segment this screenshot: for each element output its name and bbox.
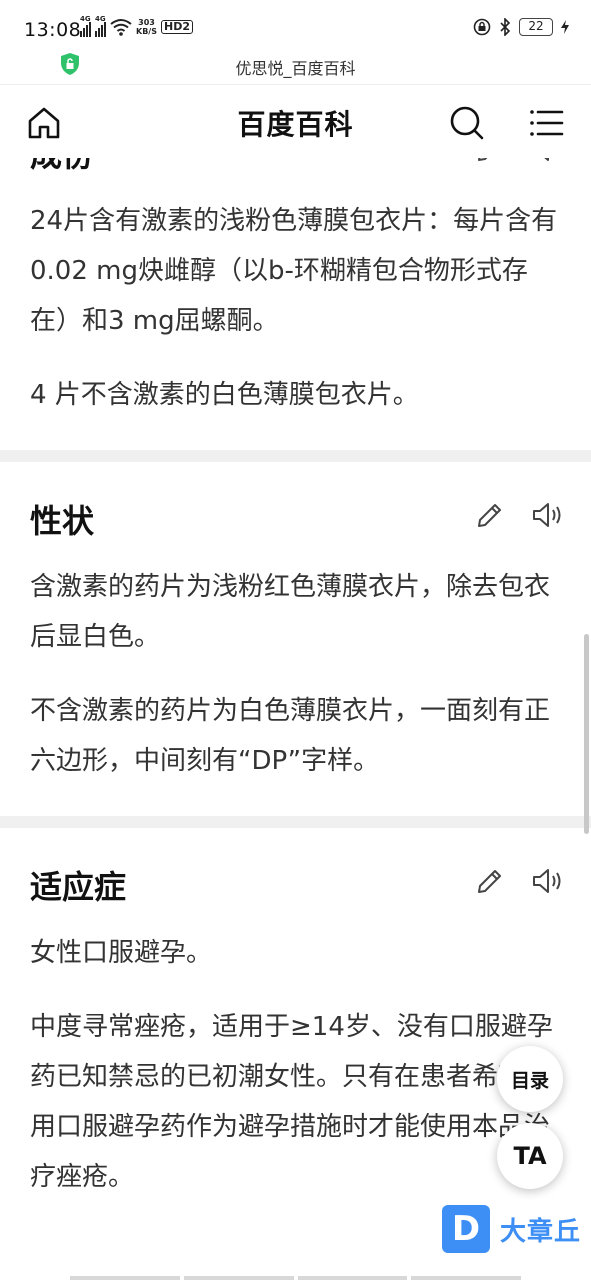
section-divider — [0, 816, 591, 828]
section-title: 成份 — [30, 158, 94, 176]
network-speed: 303 KB/S — [136, 18, 157, 36]
menu-list-icon — [530, 110, 564, 136]
paragraph: 中度寻常痤疮，适用于≥14岁、没有口服避孕药已知禁忌的已初潮女性。只有在患者希望… — [30, 1012, 553, 1192]
wifi-icon — [110, 19, 132, 36]
edit-pencil-icon[interactable] — [475, 500, 505, 530]
speaker-icon[interactable] — [531, 158, 565, 164]
scrollbar[interactable] — [584, 634, 589, 834]
lock-rotation-icon — [473, 18, 491, 36]
paragraph: 4 片不含激素的白色薄膜包衣片。 — [30, 380, 419, 410]
battery-icon: 22 — [519, 18, 553, 36]
status-indicators: 4G 4G 303 KB/S HD2 — [80, 15, 193, 37]
charging-icon — [561, 20, 569, 34]
section-header: 成份 — [30, 158, 561, 196]
ta-button[interactable]: TA — [497, 1123, 563, 1189]
watermark: D 大章丘 — [442, 1205, 581, 1253]
toc-button[interactable]: 目录 — [497, 1046, 563, 1112]
bluetooth-icon — [500, 18, 511, 36]
section-header: 性状 — [30, 462, 561, 562]
status-right: 22 — [473, 18, 569, 36]
url-bar[interactable]: 优思悦_百度百科 — [0, 46, 591, 84]
watermark-text: 大章丘 — [500, 1216, 582, 1247]
section-title: 性状 — [30, 502, 95, 540]
edit-pencil-icon[interactable] — [475, 866, 505, 896]
status-time: 13:08 — [24, 19, 82, 41]
paragraph: 女性口服避孕。 — [30, 938, 213, 968]
paragraph: 24片含有激素的浅粉色薄膜包衣片：每片含有0.02 mg炔雌醇（以b-环糊精包合… — [30, 206, 558, 336]
menu-button[interactable] — [526, 103, 566, 143]
page-url-title: 优思悦_百度百科 — [235, 59, 356, 78]
hd-icon: HD2 — [160, 20, 193, 34]
signal-icon: 4G — [80, 15, 91, 37]
signal-icon-2: 4G — [95, 15, 106, 37]
section-divider — [0, 450, 591, 462]
watermark-logo: D — [442, 1205, 490, 1253]
edit-pencil-icon[interactable] — [475, 158, 505, 164]
paragraph: 不含激素的药片为白色薄膜衣片，一面刻有正六边形，中间刻有“DP”字样。 — [30, 696, 551, 776]
section-title: 适应症 — [30, 868, 127, 906]
search-icon — [450, 106, 484, 140]
speaker-icon[interactable] — [531, 500, 565, 530]
paragraph: 含激素的药片为浅粉红色薄膜衣片，除去包衣后显白色。 — [30, 572, 551, 652]
page-title: 百度百科 — [237, 108, 354, 141]
section-properties: 性状 含激素的药片为浅粉红色薄膜衣片，除去包衣后显白色。 不含激素的药片为白色薄… — [0, 462, 591, 786]
section-ingredients: 成份 24片含有激素的浅粉色薄膜包衣片：每片含有0.02 mg炔雌醇（以b-环糊… — [0, 158, 591, 420]
search-button[interactable] — [447, 103, 487, 143]
bottom-tab-indicators — [0, 1276, 591, 1280]
status-bar: 13:08 4G 4G 303 KB/S HD2 22 — [0, 0, 591, 46]
speaker-icon[interactable] — [531, 866, 565, 896]
app-header: 百度百科 — [0, 84, 591, 158]
section-header: 适应症 — [30, 828, 561, 928]
article-content[interactable]: 成份 24片含有激素的浅粉色薄膜包衣片：每片含有0.02 mg炔雌醇（以b-环糊… — [0, 158, 591, 1280]
